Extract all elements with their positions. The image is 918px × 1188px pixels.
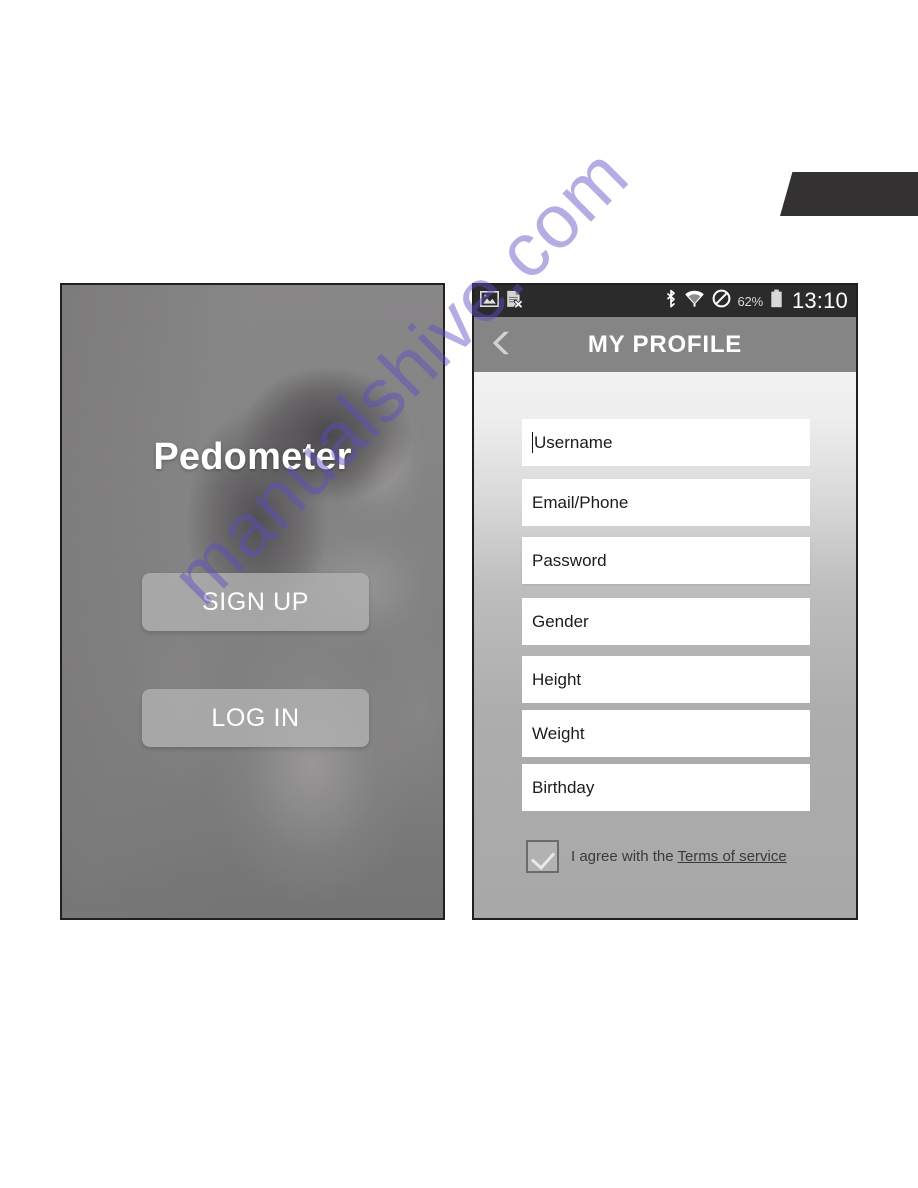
corner-decoration-shape: [780, 172, 918, 216]
terms-label-prefix: I agree with the: [571, 848, 678, 865]
terms-label: I agree with the Terms of service: [571, 848, 787, 865]
terms-checkbox[interactable]: [526, 840, 559, 873]
page-title: MY PROFILE: [587, 330, 743, 358]
birthday-input[interactable]: Birthday: [522, 764, 810, 811]
sd-card-removed-icon: [506, 290, 524, 313]
chevron-left-icon: [491, 330, 513, 359]
password-input-value: Password: [532, 550, 607, 570]
battery-percent-label: 62%: [737, 293, 764, 309]
battery-icon: [770, 289, 783, 313]
phone-screen-my-profile: 62% 13:10 MY PROFILE Username Email/Phon…: [472, 283, 858, 920]
text-caret: [532, 432, 533, 453]
weight-input-value: Weight: [532, 723, 585, 743]
birthday-input-value: Birthday: [532, 777, 595, 797]
mute-icon: [712, 289, 731, 313]
email-phone-input[interactable]: Email/Phone: [522, 479, 810, 526]
bluetooth-icon: [665, 289, 677, 313]
status-bar-right-icons: 62% 13:10: [665, 289, 848, 313]
email-phone-input-value: Email/Phone: [532, 492, 629, 512]
wifi-icon: [684, 290, 705, 312]
terms-of-service-link[interactable]: Terms of service: [677, 848, 786, 865]
terms-agreement-row: I agree with the Terms of service: [526, 840, 787, 873]
height-input[interactable]: Height: [522, 656, 810, 703]
status-bar-clock: 13:10: [791, 288, 848, 313]
username-input-value: Username: [534, 432, 613, 452]
phone-screen-splash: Pedometer SIGN UP LOG IN: [60, 283, 445, 920]
profile-form: Username Email/Phone Password Gender Hei…: [474, 372, 856, 918]
splash-signup-button[interactable]: SIGN UP: [142, 573, 369, 631]
gender-input[interactable]: Gender: [522, 598, 810, 645]
username-input[interactable]: Username: [522, 419, 810, 466]
page-root: Pedometer SIGN UP LOG IN 62% 13:10 MY PR…: [0, 0, 918, 1188]
password-input[interactable]: Password: [522, 537, 810, 584]
gender-input-value: Gender: [532, 611, 589, 631]
status-bar-left-icons: [480, 290, 524, 313]
back-button[interactable]: [474, 317, 530, 372]
app-title: Pedometer: [153, 436, 352, 478]
height-input-value: Height: [532, 669, 582, 689]
image-icon: [480, 290, 499, 312]
weight-input[interactable]: Weight: [522, 710, 810, 757]
app-action-bar: MY PROFILE: [474, 317, 856, 372]
splash-login-button[interactable]: LOG IN: [142, 689, 369, 747]
android-status-bar: 62% 13:10: [474, 285, 856, 317]
